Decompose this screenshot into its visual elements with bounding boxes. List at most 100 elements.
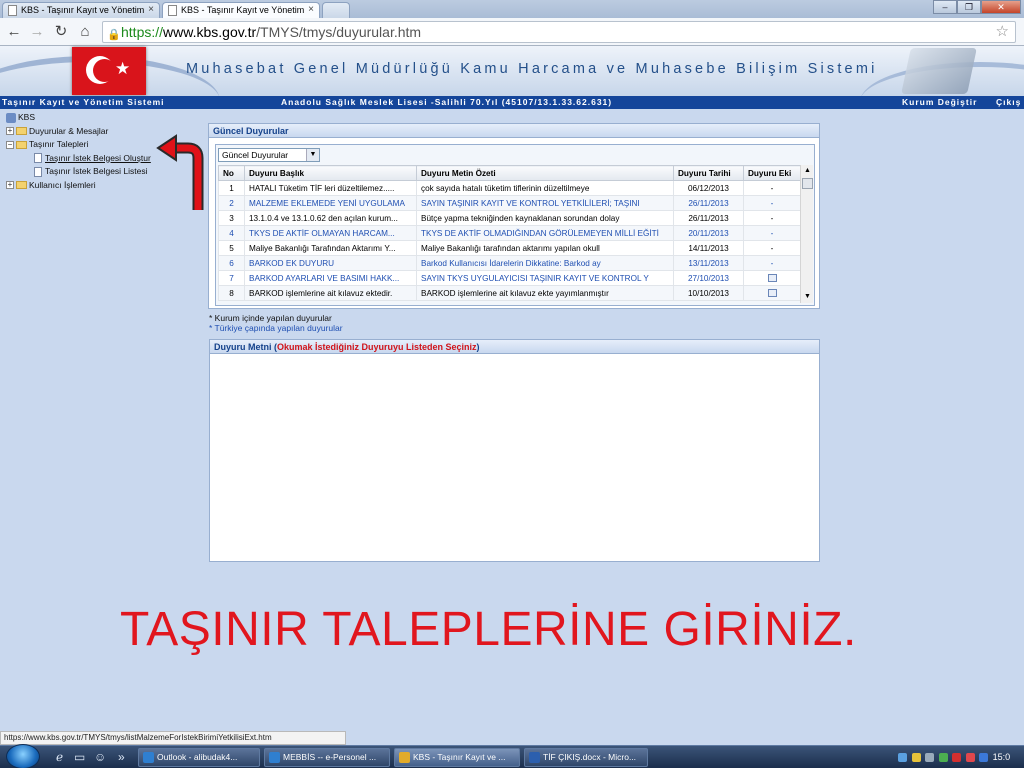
battery-icon[interactable] <box>938 753 948 763</box>
row-attachment[interactable] <box>743 285 801 301</box>
notification-icon[interactable] <box>911 753 921 763</box>
tab-title: KBS - Taşınır Kayıt ve Yönetim <box>181 5 305 15</box>
row-date: 27/10/2013 <box>673 270 744 286</box>
scroll-up-icon[interactable]: ▲ <box>801 165 814 177</box>
document-icon <box>34 153 42 164</box>
desktop-quicklaunch-icon[interactable]: ▭ <box>74 750 85 765</box>
row-attachment: - <box>743 225 801 241</box>
browser-tab-1[interactable]: KBS - Taşınır Kayıt ve Yönetim × <box>2 2 160 18</box>
minimize-icon[interactable]: – <box>933 0 957 14</box>
row-summary: TKYS DE AKTİF OLMADIĞINDAN GÖRÜLEMEYEN M… <box>416 225 674 241</box>
browser-tab-2[interactable]: KBS - Taşınır Kayıt ve Yönetim × <box>162 2 320 18</box>
close-tab-icon[interactable]: × <box>148 3 154 17</box>
taskbar-button-label: KBS - Taşınır Kayıt ve ... <box>413 752 506 762</box>
tree-root[interactable]: KBS <box>2 111 202 125</box>
attachment-icon[interactable] <box>767 274 777 283</box>
folder-icon <box>16 181 27 190</box>
page-favicon-icon <box>8 5 17 16</box>
table-row[interactable]: 5 Maliye Bakanlığı Tarafından Aktarımı Y.… <box>218 240 801 256</box>
taskbar-button[interactable]: TİF ÇIKIŞ.docx - Micro... <box>524 748 648 767</box>
column-header[interactable]: Duyuru Başlık <box>244 165 417 181</box>
taskbar-button[interactable]: Outlook - alibudak4... <box>138 748 260 767</box>
table-row[interactable]: 6 BARKOD EK DUYURU Barkod Kullanıcısı İdar… <box>218 255 801 271</box>
row-title: Maliye Bakanlığı Tarafından Aktarımı Y..… <box>244 240 417 256</box>
detail-panel-title: Duyuru Metni (Okumak İstediğiniz Duyuruy… <box>210 340 819 354</box>
taskbar-button[interactable]: MEBBİS -- e-Personel ... <box>264 748 390 767</box>
taskbar-button-label: Outlook - alibudak4... <box>157 752 238 762</box>
row-summary: SAYIN TAŞINIR KAYIT VE KONTROL YETKİLİLE… <box>416 195 674 211</box>
row-number: 6 <box>218 255 245 271</box>
row-summary: Maliye Bakanlığı tarafından aktarımı yap… <box>416 240 674 256</box>
status-bar-url: https://www.kbs.gov.tr/TMYS/tmys/listMal… <box>0 731 346 745</box>
taskbar-button[interactable]: KBS - Taşınır Kayıt ve ... <box>394 748 520 767</box>
table-row[interactable]: 1 HATALI Tüketim TİF leri düzeltilemez...… <box>218 180 801 196</box>
more-quicklaunch-icon[interactable]: » <box>118 750 125 765</box>
change-organization-link[interactable]: Kurum Değiştir <box>902 96 977 109</box>
close-tab-icon[interactable]: × <box>308 3 314 17</box>
grid-scrollbar[interactable]: ▲ ▼ <box>800 165 813 303</box>
logout-link[interactable]: Çıkış <box>996 96 1021 109</box>
bookmark-star-icon[interactable]: ☆ <box>996 22 1009 42</box>
announcements-table: No Duyuru Başlık Duyuru Metin Özeti Duyu… <box>218 165 801 301</box>
flag-icon[interactable] <box>965 753 975 763</box>
volume-icon[interactable] <box>925 753 935 763</box>
row-date: 26/11/2013 <box>673 195 744 211</box>
table-row[interactable]: 7 BARKOD AYARLARI VE BASIMI HAKK... SAYIN … <box>218 270 801 286</box>
row-attachment: - <box>743 180 801 196</box>
row-date: 10/10/2013 <box>673 285 744 301</box>
row-attachment: - <box>743 195 801 211</box>
expand-icon[interactable]: + <box>6 181 14 190</box>
row-title: BARKOD işlemlerine ait kılavuz ektedir. <box>244 285 417 301</box>
row-date: 06/12/2013 <box>673 180 744 196</box>
announcements-grid: Güncel Duyurular ▼ No Duyuru Başlık Duyu… <box>215 144 815 306</box>
row-attachment[interactable] <box>743 270 801 286</box>
row-summary: Barkod Kullanıcısı İdarelerin Dikkatine:… <box>416 255 674 271</box>
reload-icon[interactable]: ↻ <box>52 23 70 41</box>
announcement-filter-select[interactable]: Güncel Duyurular ▼ <box>218 148 320 162</box>
close-window-icon[interactable]: ✕ <box>981 0 1021 14</box>
row-summary: SAYIN TKYS UYGULAYICISI TAŞINIR KAYIT VE… <box>416 270 674 286</box>
network-icon[interactable] <box>898 753 907 763</box>
home-icon[interactable]: ⌂ <box>76 23 94 41</box>
table-row[interactable]: 8 BARKOD işlemlerine ait kılavuz ektedir.… <box>218 285 801 301</box>
restore-icon[interactable]: ❐ <box>957 0 981 14</box>
row-summary: çok sayıda hatalı tüketim tiflerinin düz… <box>416 180 674 196</box>
table-row[interactable]: 3 13.1.0.4 ve 13.1.0.62 den açılan kurum.… <box>218 210 801 226</box>
taskbar-button-label: TİF ÇIKIŞ.docx - Micro... <box>543 752 637 762</box>
app-icon <box>529 752 540 763</box>
address-bar[interactable]: 🔒 https://www.kbs.gov.tr/TMYS/tmys/duyur… <box>102 21 1016 43</box>
row-title: BARKOD AYARLARI VE BASIMI HAKK... <box>244 270 417 286</box>
start-button[interactable] <box>6 744 40 768</box>
chevron-down-icon[interactable]: ▼ <box>306 149 319 161</box>
table-row[interactable]: 2 MALZEME EKLEMEDE YENİ UYGULAMA SAYIN TAŞ… <box>218 195 801 211</box>
new-tab-button[interactable] <box>322 2 350 18</box>
column-header[interactable]: Duyuru Metin Özeti <box>416 165 674 181</box>
back-arrow-icon[interactable]: ← <box>5 23 23 41</box>
antivirus-icon[interactable] <box>952 753 962 763</box>
column-header[interactable]: Duyuru Tarihi <box>673 165 744 181</box>
attachment-icon[interactable] <box>767 289 777 298</box>
row-title: HATALI Tüketim TİF leri düzeltilemez....… <box>244 180 417 196</box>
system-name: Taşınır Kayıt ve Yönetim Sistemi <box>2 97 165 107</box>
row-title: MALZEME EKLEMEDE YENİ UYGULAMA <box>244 195 417 211</box>
announcements-panel: Güncel Duyurular Güncel Duyurular ▼ No D… <box>208 123 820 309</box>
row-date: 20/11/2013 <box>673 225 744 241</box>
expand-icon[interactable]: + <box>6 127 14 136</box>
row-attachment: - <box>743 210 801 226</box>
scroll-down-icon[interactable]: ▼ <box>801 291 814 303</box>
table-row[interactable]: 4 TKYS DE AKTİF OLMAYAN HARCAM... TKYS DE … <box>218 225 801 241</box>
forward-arrow-icon[interactable]: → <box>28 23 46 41</box>
column-header[interactable]: No <box>218 165 245 181</box>
row-summary: BARKOD işlemlerine ait kılavuz ekte yayı… <box>416 285 674 301</box>
scroll-thumb[interactable] <box>802 178 813 189</box>
collapse-icon[interactable]: − <box>6 140 14 149</box>
row-attachment: - <box>743 255 801 271</box>
column-header[interactable]: Duyuru Eki <box>743 165 801 181</box>
users-quicklaunch-icon[interactable]: ☺ <box>94 750 106 765</box>
row-summary: Bütçe yapma tekniğinden kaynaklanan soru… <box>416 210 674 226</box>
row-number: 7 <box>218 270 245 286</box>
lock-icon: 🔒 <box>107 29 121 41</box>
ie-quicklaunch-icon[interactable]: ℯ <box>56 750 63 765</box>
app-icon <box>399 752 410 763</box>
language-icon[interactable] <box>979 753 989 763</box>
